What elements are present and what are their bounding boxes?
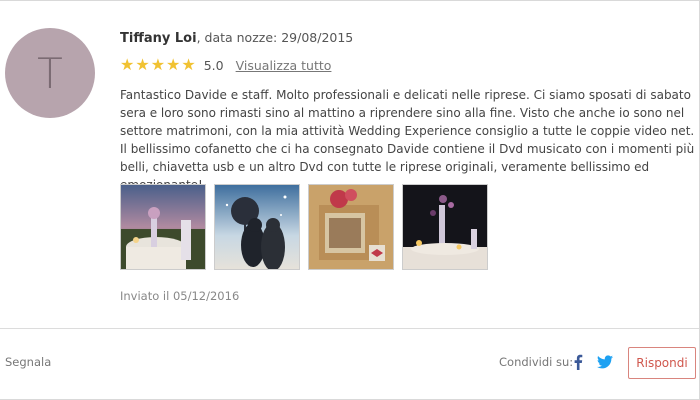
share-label: Condividi su:: [499, 355, 574, 369]
photo-gallery: [120, 184, 488, 270]
review-content: Tiffany Loi, data nozze: 29/08/2015 ★ ★ …: [120, 29, 695, 303]
review-footer: Segnala Condividi su: Rispondi: [0, 329, 700, 400]
star-rating: ★ ★ ★ ★ ★: [120, 57, 196, 73]
sent-date: Inviato il 05/12/2016: [120, 289, 240, 303]
star-icon: ★: [135, 55, 150, 74]
table-scene-image: [121, 185, 205, 269]
star-icon: ★: [166, 55, 181, 74]
star-icon: ★: [181, 55, 196, 74]
wedding-date: , data nozze: 29/08/2015: [196, 30, 354, 45]
photo-thumbnail[interactable]: [214, 184, 300, 270]
photo-thumbnail[interactable]: [402, 184, 488, 270]
couple-silhouette-image: [215, 185, 299, 269]
review-card: T Tiffany Loi, data nozze: 29/08/2015 ★ …: [0, 0, 700, 400]
photo-thumbnail[interactable]: [120, 184, 206, 270]
author-name: Tiffany Loi: [120, 31, 197, 46]
night-table-image: [403, 185, 487, 269]
reply-button[interactable]: Rispondi: [628, 347, 696, 379]
rating-row: ★ ★ ★ ★ ★ 5.0 Visualizza tutto: [120, 56, 695, 74]
rating-value: 5.0: [203, 57, 224, 73]
review-text: Fantastico Davide e staff. Molto profess…: [120, 88, 695, 192]
avatar-initial: T: [37, 48, 63, 98]
star-icon: ★: [150, 55, 166, 74]
gift-box-image: [309, 185, 393, 269]
facebook-icon[interactable]: [573, 354, 583, 370]
twitter-icon[interactable]: [597, 355, 613, 369]
view-all-link[interactable]: Visualizza tutto: [236, 58, 332, 73]
review-header: Tiffany Loi, data nozze: 29/08/2015: [120, 29, 695, 48]
star-icon: ★: [120, 55, 135, 74]
photo-thumbnail[interactable]: [308, 184, 394, 270]
avatar: T: [5, 28, 95, 118]
report-link[interactable]: Segnala: [5, 355, 51, 369]
